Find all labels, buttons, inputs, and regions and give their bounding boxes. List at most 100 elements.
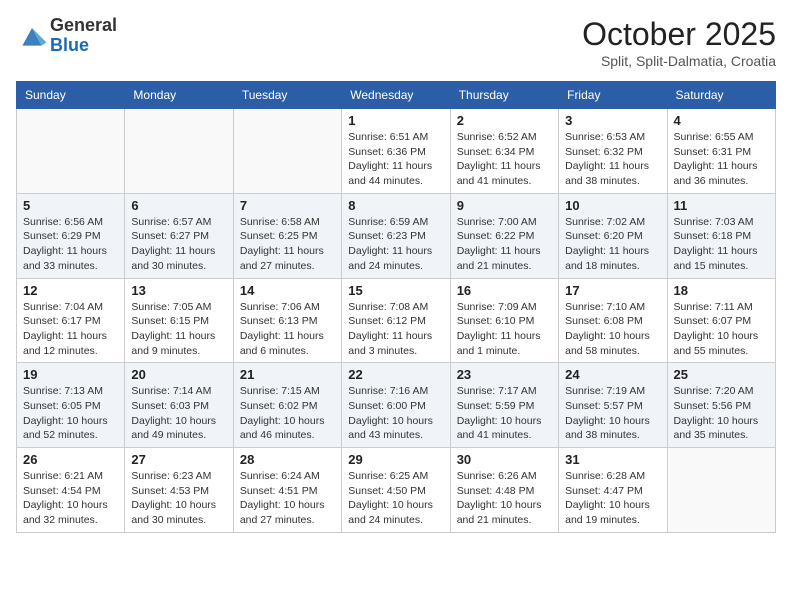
day-info: Sunrise: 6:24 AMSunset: 4:51 PMDaylight:…	[240, 469, 335, 528]
calendar-cell: 21 Sunrise: 7:15 AMSunset: 6:02 PMDayligh…	[233, 363, 341, 448]
calendar-cell	[233, 109, 341, 194]
day-info: Sunrise: 7:02 AMSunset: 6:20 PMDaylight:…	[565, 215, 660, 274]
day-info: Sunrise: 7:11 AMSunset: 6:07 PMDaylight:…	[674, 300, 769, 359]
day-number: 4	[674, 113, 769, 128]
day-info: Sunrise: 7:15 AMSunset: 6:02 PMDaylight:…	[240, 384, 335, 443]
day-of-week-header: Thursday	[450, 82, 558, 109]
day-of-week-header: Friday	[559, 82, 667, 109]
day-info: Sunrise: 6:28 AMSunset: 4:47 PMDaylight:…	[565, 469, 660, 528]
day-info: Sunrise: 7:06 AMSunset: 6:13 PMDaylight:…	[240, 300, 335, 359]
day-number: 24	[565, 367, 660, 382]
day-number: 6	[131, 198, 226, 213]
day-info: Sunrise: 6:56 AMSunset: 6:29 PMDaylight:…	[23, 215, 118, 274]
day-number: 1	[348, 113, 443, 128]
calendar-cell: 18 Sunrise: 7:11 AMSunset: 6:07 PMDayligh…	[667, 278, 775, 363]
calendar-cell	[125, 109, 233, 194]
calendar-cell	[667, 448, 775, 533]
month-title: October 2025	[582, 16, 776, 53]
calendar-cell: 4Sunrise: 6:55 AMSunset: 6:31 PMDaylight…	[667, 109, 775, 194]
day-info: Sunrise: 6:23 AMSunset: 4:53 PMDaylight:…	[131, 469, 226, 528]
calendar-week-row: 19Sunrise: 7:13 AMSunset: 6:05 PMDayligh…	[17, 363, 776, 448]
day-number: 3	[565, 113, 660, 128]
calendar-header-row: SundayMondayTuesdayWednesdayThursdayFrid…	[17, 82, 776, 109]
day-number: 5	[23, 198, 118, 213]
day-info: Sunrise: 7:20 AMSunset: 5:56 PMDaylight:…	[674, 384, 769, 443]
logo-icon	[16, 20, 48, 52]
day-number: 12	[23, 283, 118, 298]
calendar-cell: 26 Sunrise: 6:21 AMSunset: 4:54 PMDayligh…	[17, 448, 125, 533]
calendar-cell: 25Sunrise: 7:20 AMSunset: 5:56 PMDayligh…	[667, 363, 775, 448]
day-number: 8	[348, 198, 443, 213]
day-info: Sunrise: 6:21 AMSunset: 4:54 PMDaylight:…	[23, 469, 118, 528]
day-number: 15	[348, 283, 443, 298]
day-info: Sunrise: 6:53 AMSunset: 6:32 PMDaylight:…	[565, 130, 660, 189]
day-number: 30	[457, 452, 552, 467]
calendar-cell: 2Sunrise: 6:52 AMSunset: 6:34 PMDaylight…	[450, 109, 558, 194]
calendar-cell: 17 Sunrise: 7:10 AMSunset: 6:08 PMDayligh…	[559, 278, 667, 363]
day-number: 26	[23, 452, 118, 467]
day-of-week-header: Wednesday	[342, 82, 450, 109]
day-number: 31	[565, 452, 660, 467]
calendar-cell: 5 Sunrise: 6:56 AMSunset: 6:29 PMDaylight…	[17, 193, 125, 278]
day-number: 27	[131, 452, 226, 467]
day-info: Sunrise: 7:05 AMSunset: 6:15 PMDaylight:…	[131, 300, 226, 359]
day-info: Sunrise: 7:16 AMSunset: 6:00 PMDaylight:…	[348, 384, 443, 443]
calendar-cell: 13 Sunrise: 7:05 AMSunset: 6:15 PMDayligh…	[125, 278, 233, 363]
calendar-cell: 22 Sunrise: 7:16 AMSunset: 6:00 PMDayligh…	[342, 363, 450, 448]
calendar-week-row: 5 Sunrise: 6:56 AMSunset: 6:29 PMDaylight…	[17, 193, 776, 278]
day-number: 10	[565, 198, 660, 213]
calendar-cell: 23 Sunrise: 7:17 AMSunset: 5:59 PMDayligh…	[450, 363, 558, 448]
day-info: Sunrise: 7:00 AMSunset: 6:22 PMDaylight:…	[457, 215, 552, 274]
day-info: Sunrise: 7:08 AMSunset: 6:12 PMDaylight:…	[348, 300, 443, 359]
calendar-cell: 7Sunrise: 6:58 AMSunset: 6:25 PMDaylight…	[233, 193, 341, 278]
day-number: 21	[240, 367, 335, 382]
calendar-cell: 8 Sunrise: 6:59 AMSunset: 6:23 PMDaylight…	[342, 193, 450, 278]
day-info: Sunrise: 7:09 AMSunset: 6:10 PMDaylight:…	[457, 300, 552, 359]
day-number: 9	[457, 198, 552, 213]
calendar-cell: 10 Sunrise: 7:02 AMSunset: 6:20 PMDayligh…	[559, 193, 667, 278]
calendar-cell: 24Sunrise: 7:19 AMSunset: 5:57 PMDayligh…	[559, 363, 667, 448]
calendar-cell: 27 Sunrise: 6:23 AMSunset: 4:53 PMDayligh…	[125, 448, 233, 533]
calendar-cell: 19Sunrise: 7:13 AMSunset: 6:05 PMDayligh…	[17, 363, 125, 448]
calendar-cell: 16 Sunrise: 7:09 AMSunset: 6:10 PMDayligh…	[450, 278, 558, 363]
calendar-week-row: 26 Sunrise: 6:21 AMSunset: 4:54 PMDayligh…	[17, 448, 776, 533]
day-number: 13	[131, 283, 226, 298]
logo-text: General Blue	[50, 16, 117, 56]
day-number: 22	[348, 367, 443, 382]
day-info: Sunrise: 7:17 AMSunset: 5:59 PMDaylight:…	[457, 384, 552, 443]
calendar-cell: 6Sunrise: 6:57 AMSunset: 6:27 PMDaylight…	[125, 193, 233, 278]
day-number: 17	[565, 283, 660, 298]
calendar-cell: 1 Sunrise: 6:51 AMSunset: 6:36 PMDaylight…	[342, 109, 450, 194]
day-info: Sunrise: 7:14 AMSunset: 6:03 PMDaylight:…	[131, 384, 226, 443]
day-info: Sunrise: 7:10 AMSunset: 6:08 PMDaylight:…	[565, 300, 660, 359]
day-info: Sunrise: 7:03 AMSunset: 6:18 PMDaylight:…	[674, 215, 769, 274]
day-number: 2	[457, 113, 552, 128]
day-of-week-header: Monday	[125, 82, 233, 109]
calendar-cell: 28 Sunrise: 6:24 AMSunset: 4:51 PMDayligh…	[233, 448, 341, 533]
calendar-cell: 11Sunrise: 7:03 AMSunset: 6:18 PMDayligh…	[667, 193, 775, 278]
day-number: 16	[457, 283, 552, 298]
day-number: 23	[457, 367, 552, 382]
calendar-cell: 15 Sunrise: 7:08 AMSunset: 6:12 PMDayligh…	[342, 278, 450, 363]
day-number: 28	[240, 452, 335, 467]
calendar-cell: 31 Sunrise: 6:28 AMSunset: 4:47 PMDayligh…	[559, 448, 667, 533]
logo: General Blue	[16, 16, 117, 56]
day-number: 19	[23, 367, 118, 382]
day-number: 18	[674, 283, 769, 298]
calendar-week-row: 1 Sunrise: 6:51 AMSunset: 6:36 PMDaylight…	[17, 109, 776, 194]
calendar: SundayMondayTuesdayWednesdayThursdayFrid…	[16, 81, 776, 533]
calendar-cell: 3 Sunrise: 6:53 AMSunset: 6:32 PMDaylight…	[559, 109, 667, 194]
calendar-cell	[17, 109, 125, 194]
day-number: 7	[240, 198, 335, 213]
day-of-week-header: Saturday	[667, 82, 775, 109]
day-of-week-header: Tuesday	[233, 82, 341, 109]
day-info: Sunrise: 6:25 AMSunset: 4:50 PMDaylight:…	[348, 469, 443, 528]
calendar-cell: 29 Sunrise: 6:25 AMSunset: 4:50 PMDayligh…	[342, 448, 450, 533]
day-info: Sunrise: 6:59 AMSunset: 6:23 PMDaylight:…	[348, 215, 443, 274]
calendar-week-row: 12Sunrise: 7:04 AMSunset: 6:17 PMDayligh…	[17, 278, 776, 363]
day-info: Sunrise: 6:51 AMSunset: 6:36 PMDaylight:…	[348, 130, 443, 189]
day-of-week-header: Sunday	[17, 82, 125, 109]
calendar-cell: 30Sunrise: 6:26 AMSunset: 4:48 PMDayligh…	[450, 448, 558, 533]
day-number: 29	[348, 452, 443, 467]
title-area: October 2025 Split, Split-Dalmatia, Croa…	[582, 16, 776, 69]
